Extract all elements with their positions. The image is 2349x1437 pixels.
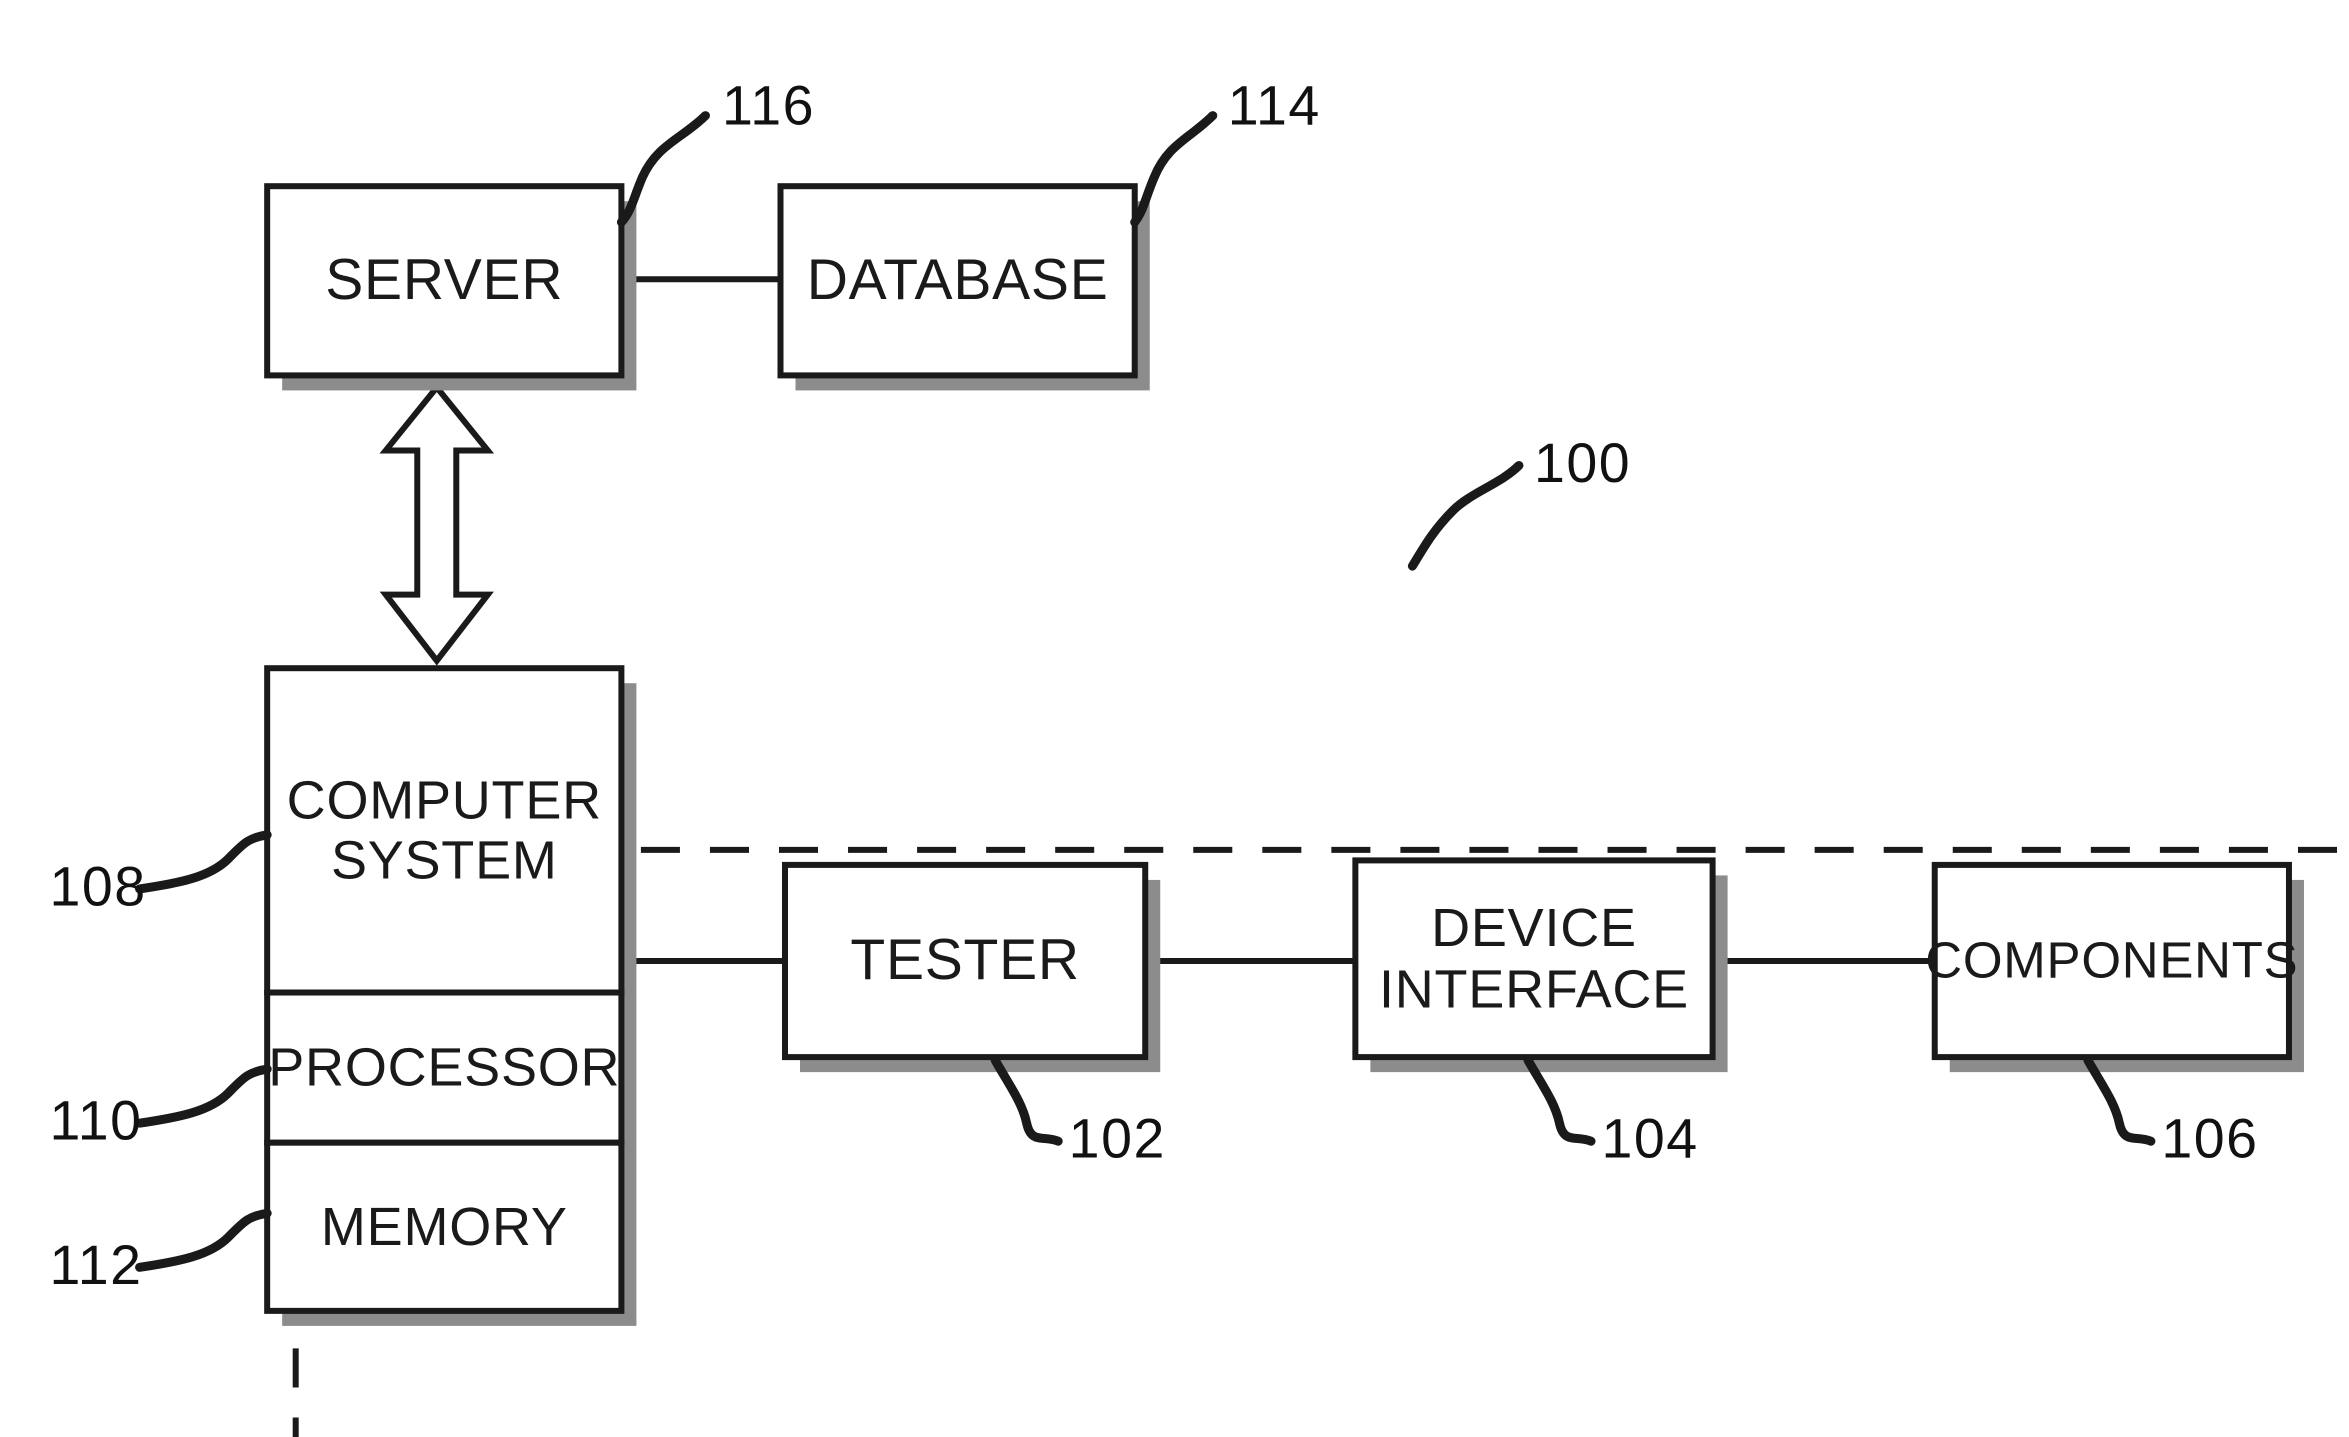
box-processor[interactable] (264, 989, 625, 1146)
double-arrow-server-computer-system (379, 382, 495, 666)
box-components[interactable] (1931, 861, 2292, 1061)
leader-104 (1523, 1055, 1596, 1146)
reference-numeral-106: 106 (2161, 1108, 2259, 1170)
patent-figure-canvas: SERVER DATABASE COMPUTER SYSTEM PROCESSO… (0, 0, 2349, 1437)
leader-102 (990, 1055, 1063, 1146)
box-database[interactable] (777, 183, 1138, 379)
diagram-vector-layer (135, 111, 2349, 1437)
leader-116 (616, 111, 710, 227)
leader-112 (135, 1208, 272, 1272)
box-tester[interactable] (781, 861, 1149, 1061)
box-computer-system[interactable] (264, 665, 625, 996)
box-memory[interactable] (264, 1139, 625, 1314)
leader-108 (135, 830, 272, 894)
reference-numeral-100: 100 (1533, 432, 1632, 495)
leader-110 (135, 1064, 272, 1128)
reference-numeral-114: 114 (1227, 75, 1321, 137)
leader-114 (1130, 111, 1218, 227)
reference-numeral-102: 102 (1068, 1108, 1166, 1170)
box-device-interface[interactable] (1352, 857, 1716, 1061)
reference-numeral-112: 112 (49, 1234, 143, 1296)
leader-106 (2083, 1055, 2156, 1146)
reference-numeral-116: 116 (721, 75, 816, 137)
leader-100 (1407, 460, 1524, 571)
reference-numeral-104: 104 (1601, 1108, 1699, 1170)
box-server[interactable] (264, 183, 625, 379)
reference-numeral-108: 108 (49, 855, 147, 918)
reference-numeral-110: 110 (49, 1090, 143, 1152)
